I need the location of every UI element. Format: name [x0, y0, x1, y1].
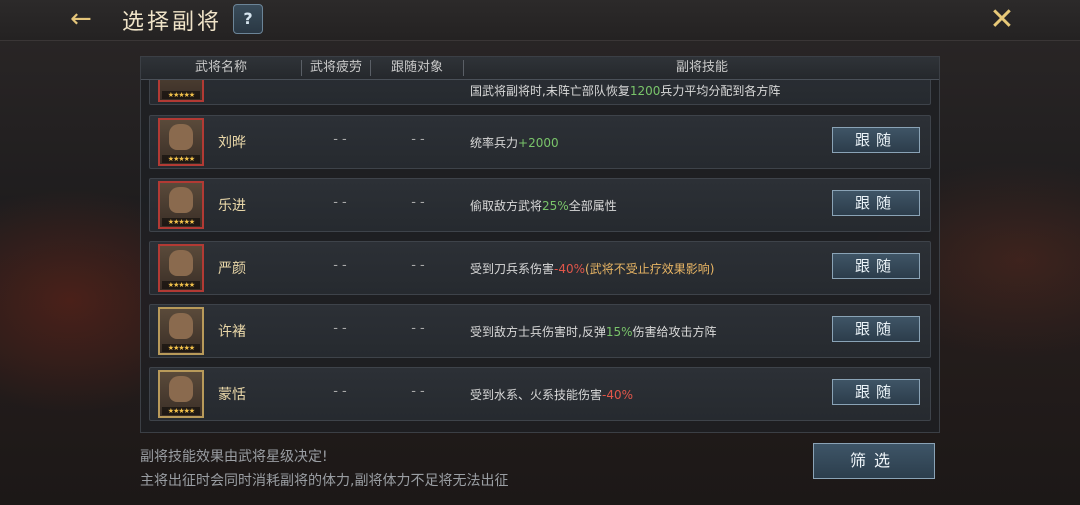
column-divider: [463, 60, 464, 76]
general-follow-target: - -: [411, 384, 425, 399]
skill-text-suffix: (武将不受止疗效果影响): [585, 262, 715, 276]
general-follow-target: - -: [411, 258, 425, 273]
top-bar: ← 选择副将 ? ✕: [0, 0, 1080, 41]
skill-text-suffix: 兵力平均分配到各方阵: [660, 84, 781, 98]
general-fatigue: - -: [333, 384, 347, 399]
skill-text: 国武将副将时,未阵亡部队恢复: [470, 84, 630, 98]
star-rating: ★★★★★: [162, 91, 200, 99]
skill-description: 偷取敌方武将25%全部属性: [470, 197, 617, 214]
table-row: ★★★★★ 许褚 - - - - 受到敌方士兵伤害时,反弹15%伤害给攻击方阵 …: [149, 304, 931, 358]
skill-text: 统率兵力: [470, 136, 519, 150]
skill-value: 15%: [605, 325, 633, 339]
skill-text: 偷取敌方武将: [470, 199, 543, 213]
skill-description: 统率兵力+2000: [470, 134, 559, 151]
general-portrait: ★★★★★: [158, 307, 204, 355]
column-header-fatigue: 武将疲劳: [309, 60, 362, 75]
skill-value: -40%: [554, 262, 586, 276]
general-name: 刘晔: [218, 135, 246, 151]
help-button[interactable]: ?: [233, 4, 263, 34]
close-icon[interactable]: ✕: [985, 4, 1019, 36]
general-name: 严颜: [218, 261, 246, 277]
general-name: 许褚: [218, 324, 246, 340]
table-row: ★★★★★ 乐进 - - - - 偷取敌方武将25%全部属性 跟随: [149, 178, 931, 232]
column-header-skill: 副将技能: [675, 60, 728, 75]
skill-value: -40%: [602, 388, 634, 402]
follow-button[interactable]: 跟随: [832, 190, 920, 216]
general-fatigue: - -: [333, 132, 347, 147]
portrait-face: [169, 250, 193, 276]
general-portrait: ★★★★★: [158, 244, 204, 292]
portrait-face: [169, 187, 193, 213]
stamina-note: 主将出征时会同时消耗副将的体力,副将体力不足将无法出征: [140, 473, 509, 489]
filter-button[interactable]: 筛选: [813, 443, 935, 479]
column-header-name: 武将名称: [194, 60, 247, 75]
skill-description: 受到刀兵系伤害-40%(武将不受止疗效果影响): [470, 260, 714, 277]
general-portrait: ★★★★★: [158, 370, 204, 418]
skill-text: 受到刀兵系伤害: [470, 262, 555, 276]
follow-button[interactable]: 跟随: [832, 253, 920, 279]
general-portrait: ★★★★★: [158, 118, 204, 166]
general-list-panel: 武将名称 武将疲劳 跟随对象 副将技能 ★★★★★ 国武将副将时,未阵亡部队恢复…: [140, 56, 940, 433]
table-row: ★★★★★ 蒙恬 - - - - 受到水系、火系技能伤害-40% 跟随: [149, 367, 931, 421]
table-rows[interactable]: ★★★★★ 国武将副将时,未阵亡部队恢复1200兵力平均分配到各方阵 ★★★★★…: [141, 57, 939, 432]
table-header: 武将名称 武将疲劳 跟随对象 副将技能: [141, 57, 939, 80]
portrait-face: [169, 124, 193, 150]
general-portrait: ★★★★★: [158, 181, 204, 229]
skill-value: 1200: [629, 84, 661, 98]
general-fatigue: - -: [333, 321, 347, 336]
general-name: 乐进: [218, 198, 246, 214]
column-divider: [370, 60, 371, 76]
portrait-face: [169, 376, 193, 402]
general-follow-target: - -: [411, 195, 425, 210]
general-follow-target: - -: [411, 321, 425, 336]
star-rating: ★★★★★: [162, 155, 200, 163]
table-row: ★★★★★ 严颜 - - - - 受到刀兵系伤害-40%(武将不受止疗效果影响)…: [149, 241, 931, 295]
page-title: 选择副将: [122, 10, 223, 35]
skill-text: 受到敌方士兵伤害时,反弹: [470, 325, 606, 339]
skill-description: 受到水系、火系技能伤害-40%: [470, 386, 633, 403]
general-fatigue: - -: [333, 258, 347, 273]
star-rating: ★★★★★: [162, 407, 200, 415]
follow-button[interactable]: 跟随: [832, 316, 920, 342]
table-row: ★★★★★ 刘晔 - - - - 统率兵力+2000 跟随: [149, 115, 931, 169]
general-name: 蒙恬: [218, 387, 246, 403]
skill-description: 受到敌方士兵伤害时,反弹15%伤害给攻击方阵: [470, 323, 717, 340]
skill-text-suffix: 全部属性: [568, 199, 617, 213]
skill-text-suffix: 伤害给攻击方阵: [632, 325, 717, 339]
portrait-face: [169, 313, 193, 339]
follow-button[interactable]: 跟随: [832, 379, 920, 405]
column-divider: [301, 60, 302, 76]
star-rating: ★★★★★: [162, 218, 200, 226]
skill-description: 国武将副将时,未阵亡部队恢复1200兵力平均分配到各方阵: [470, 82, 780, 99]
star-level-note: 副将技能效果由武将星级决定!: [140, 449, 328, 465]
follow-button[interactable]: 跟随: [832, 127, 920, 153]
star-rating: ★★★★★: [162, 281, 200, 289]
skill-value: +2000: [518, 136, 559, 150]
general-fatigue: - -: [333, 195, 347, 210]
skill-text: 受到水系、火系技能伤害: [470, 388, 603, 402]
star-rating: ★★★★★: [162, 344, 200, 352]
general-follow-target: - -: [411, 132, 425, 147]
column-header-follow-target: 跟随对象: [390, 60, 443, 75]
back-arrow-icon[interactable]: ←: [70, 6, 106, 32]
skill-value: 25%: [542, 199, 569, 213]
